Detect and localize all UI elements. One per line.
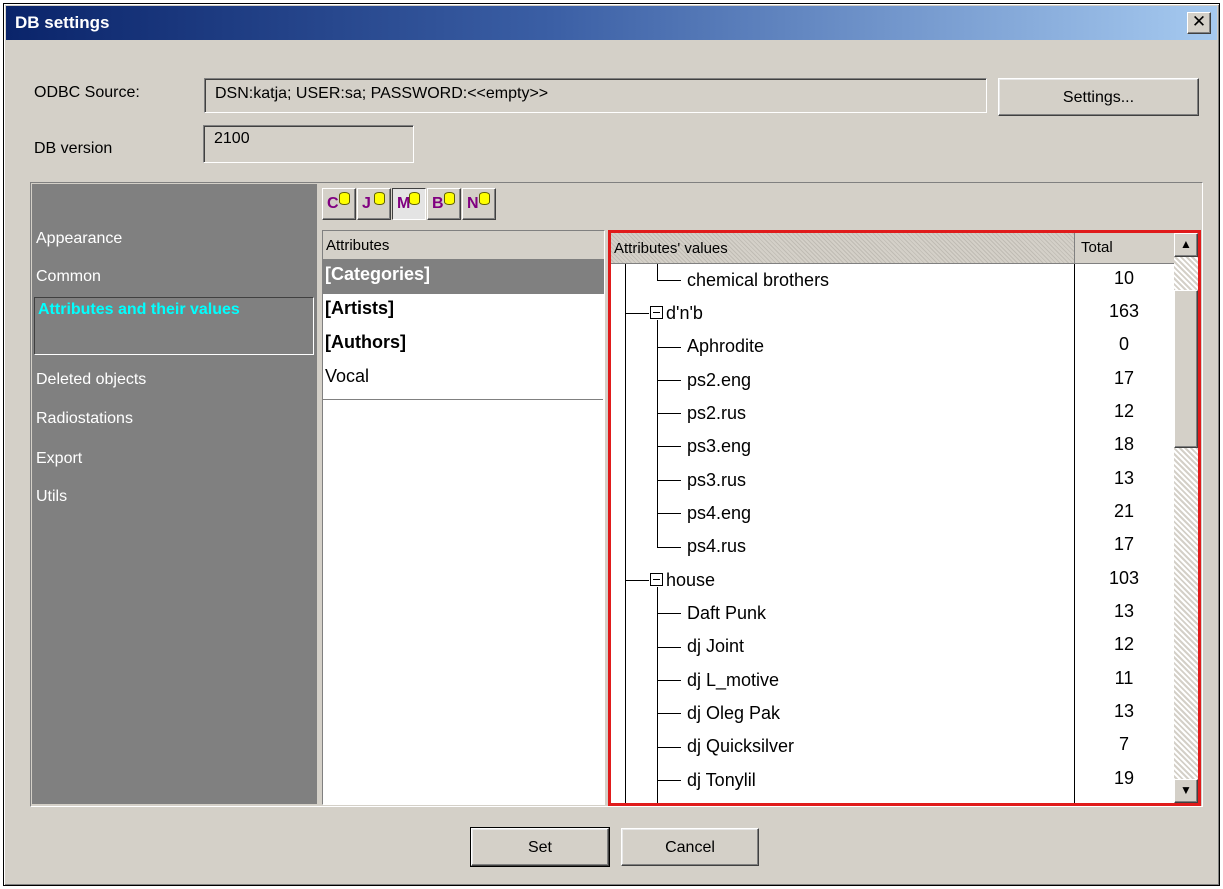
nav-item-deleted-objects[interactable]: Deleted objects: [36, 371, 312, 389]
tree-row-total: 21: [1113, 501, 1135, 521]
attributes-header[interactable]: Attributes: [323, 231, 604, 260]
scroll-up-button[interactable]: ▲: [1174, 233, 1198, 257]
nav-item-utils[interactable]: Utils: [36, 488, 312, 506]
database-icon: [479, 192, 490, 205]
settings-button[interactable]: Settings...: [998, 78, 1199, 116]
tree-row[interactable]: chemical brothers 10: [611, 264, 1174, 297]
tree-row-total: 103: [1108, 568, 1140, 588]
db-version-label: DB version: [34, 140, 113, 157]
database-icon: [339, 192, 350, 205]
tree-row-label: ps4.rus: [687, 536, 747, 556]
tree-row[interactable]: dj Oleg Pak 13: [611, 697, 1174, 730]
tree-row-total: 13: [1113, 601, 1135, 621]
tree-row-label: d'n'b: [666, 303, 703, 323]
db-button-n[interactable]: N: [462, 188, 496, 220]
tree-row-total: 17: [1113, 368, 1135, 388]
list-divider: [323, 399, 603, 400]
list-item[interactable]: [Categories]: [323, 260, 604, 294]
tree-row-total: 18: [1113, 434, 1135, 454]
db-button-m[interactable]: M: [392, 188, 426, 220]
tree-row[interactable]: ps2.eng 17: [611, 364, 1174, 397]
db-button-n-letter: N: [467, 195, 479, 212]
tree-row-label: Aphrodite: [687, 336, 765, 356]
tree-row-total: 17: [1113, 534, 1135, 554]
tree-row-label: dj L_motive: [687, 670, 780, 690]
tree-row[interactable]: d'n'b 163: [611, 297, 1174, 330]
list-item[interactable]: Vocal: [323, 362, 604, 396]
nav-item-appearance[interactable]: Appearance: [36, 230, 312, 248]
nav-item-attributes-and-their-values[interactable]: Attributes and their values: [34, 297, 314, 355]
tree-row[interactable]: dj Quicksilver 7: [611, 730, 1174, 763]
tree-row-label: ps2.eng: [687, 370, 752, 390]
tree-row[interactable]: ps4.eng 21: [611, 497, 1174, 530]
tree-row[interactable]: ps3.eng 18: [611, 430, 1174, 463]
set-button[interactable]: Set: [470, 827, 610, 867]
nav-item-radiostations[interactable]: Radiostations: [36, 410, 312, 428]
tree-row-total: 12: [1113, 401, 1135, 421]
database-icon: [374, 192, 385, 205]
tree-row-total: 163: [1108, 301, 1140, 321]
tree-row[interactable]: Daft Punk 13: [611, 597, 1174, 630]
tree-row-total: 12: [1113, 634, 1135, 654]
tree-row-label: ps4.eng: [687, 503, 752, 523]
db-button-j-letter: J: [362, 195, 371, 212]
attributes-list[interactable]: Attributes [Categories] [Artists] [Autho…: [322, 230, 605, 805]
tree-row-label: dj Quicksilver: [687, 736, 795, 756]
tree-row-label: dj Joint: [687, 636, 745, 656]
tree-row-label: ps2.rus: [687, 403, 747, 423]
database-icon: [409, 192, 420, 205]
db-button-b-letter: B: [432, 195, 444, 212]
db-button-c[interactable]: C: [322, 188, 356, 220]
title-bar[interactable]: DB settings ✕: [6, 6, 1217, 40]
cancel-button[interactable]: Cancel: [621, 828, 759, 866]
tree-row[interactable]: ps4.rus 17: [611, 530, 1174, 563]
tree-row[interactable]: dj Tonylil 19: [611, 764, 1174, 797]
db-button-j[interactable]: J: [357, 188, 391, 220]
tree-row-total: 19: [1113, 768, 1135, 788]
tree-row-label: chemical brothers: [687, 270, 830, 290]
close-button[interactable]: ✕: [1187, 12, 1211, 34]
tree-row-total: 13: [1113, 468, 1135, 488]
nav-item-common[interactable]: Common: [36, 268, 312, 286]
odbc-source-field: DSN:katja; USER:sa; PASSWORD:<<empty>>: [204, 78, 987, 113]
scroll-down-button[interactable]: ▼: [1174, 779, 1198, 803]
tree-row[interactable]: ps3.rus 13: [611, 464, 1174, 497]
tree-row-total: 11: [1114, 668, 1134, 688]
tree-row[interactable]: ps2.rus 12: [611, 397, 1174, 430]
tree-row[interactable]: dj L_motive 11: [611, 664, 1174, 697]
tree-row[interactable]: dj Joint 12: [611, 630, 1174, 663]
tree-row-total: 10: [1113, 268, 1135, 288]
values-header: Attributes' values Total: [611, 233, 1174, 264]
tree-row-label: dj Tonylil: [687, 770, 756, 790]
tree-row-label: Daft Punk: [687, 603, 767, 623]
tree-row-total: 13: [1113, 701, 1135, 721]
list-item[interactable]: [Authors]: [323, 328, 604, 362]
odbc-source-label: ODBC Source:: [34, 84, 140, 101]
attribute-values-tree[interactable]: Attributes' values Total chemical brothe…: [608, 230, 1201, 806]
tree-row-label: dj Oleg Pak: [687, 703, 781, 723]
tree-row[interactable]: Aphrodite 0: [611, 330, 1174, 363]
tree-row-label: ps3.eng: [687, 436, 752, 456]
scrollbar-thumb[interactable]: [1174, 290, 1198, 448]
db-button-b[interactable]: B: [427, 188, 461, 220]
values-total-column-header[interactable]: Total: [1074, 233, 1174, 263]
tree-row-total: 0: [1118, 334, 1129, 354]
db-version-field: 2100: [203, 125, 414, 163]
vertical-scrollbar[interactable]: ▲ ▼: [1174, 233, 1198, 803]
list-item[interactable]: [Artists]: [323, 294, 604, 328]
tree-row[interactable]: house 103: [611, 564, 1174, 597]
tree-row-label: house: [666, 570, 716, 590]
tree-row-total: 7: [1118, 734, 1129, 754]
db-button-c-letter: C: [327, 195, 339, 212]
window-title: DB settings: [15, 13, 110, 32]
tree-row-label: ps3.rus: [687, 470, 747, 490]
nav-item-export[interactable]: Export: [36, 450, 312, 468]
settings-nav: Appearance Common Attributes and their v…: [32, 184, 317, 804]
database-icon: [444, 192, 455, 205]
values-name-column-header[interactable]: Attributes' values: [614, 240, 728, 257]
